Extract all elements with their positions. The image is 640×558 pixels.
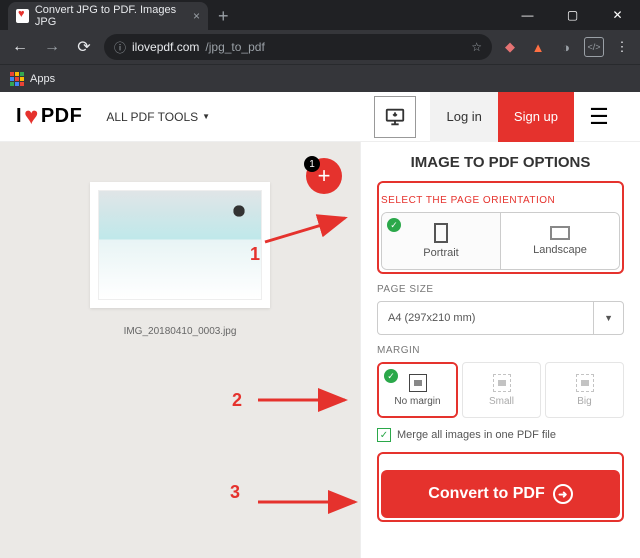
chevron-down-icon: ▼ xyxy=(202,112,210,121)
margin-big-icon xyxy=(576,374,594,392)
margin-small-button[interactable]: Small xyxy=(462,362,541,418)
orientation-label: SELECT THE PAGE ORIENTATION xyxy=(381,195,620,206)
extension-icon[interactable]: ◆ xyxy=(500,37,520,57)
file-count-badge: 1 xyxy=(304,156,320,172)
convert-button[interactable]: Convert to PDF ➜ xyxy=(381,470,620,518)
orientation-landscape-button[interactable]: Landscape xyxy=(500,213,619,269)
window-minimize-button[interactable]: — xyxy=(505,0,550,30)
tab-close-icon[interactable]: × xyxy=(193,9,200,23)
tab-title: Convert JPG to PDF. Images JPG xyxy=(35,4,187,28)
add-file-button[interactable]: 1 + xyxy=(306,158,342,194)
margin-big-button[interactable]: Big xyxy=(545,362,624,418)
bookmarks-apps-label[interactable]: Apps xyxy=(30,73,55,85)
chevron-down-icon: ▼ xyxy=(593,302,613,334)
site-info-icon: ⓘ xyxy=(114,39,126,56)
window-maximize-button[interactable]: ▢ xyxy=(550,0,595,30)
hamburger-menu-icon[interactable]: ☰ xyxy=(574,92,624,142)
arrow-right-circle-icon: ➜ xyxy=(553,484,573,504)
selected-check-icon: ✓ xyxy=(384,369,398,383)
window-controls: — ▢ ✕ xyxy=(505,0,640,30)
margin-small-icon xyxy=(493,374,511,392)
pagesize-select[interactable]: A4 (297x210 mm) ▼ xyxy=(377,301,624,335)
new-tab-button[interactable]: + xyxy=(208,2,239,30)
margin-none-icon xyxy=(409,374,427,392)
merge-checkbox-row[interactable]: ✓ Merge all images in one PDF file xyxy=(377,428,624,442)
window-close-button[interactable]: ✕ xyxy=(595,0,640,30)
url-domain: ilovepdf.com xyxy=(132,40,199,54)
margin-label: MARGIN xyxy=(377,345,624,356)
nav-all-tools[interactable]: ALL PDF TOOLS ▼ xyxy=(106,110,210,124)
bookmark-star-icon[interactable]: ☆ xyxy=(471,40,482,54)
login-button[interactable]: Log in xyxy=(430,92,497,142)
browser-title-bar: Convert JPG to PDF. Images JPG × + — ▢ ✕ xyxy=(0,0,640,30)
app-header: I ♥ PDF ALL PDF TOOLS ▼ Log in Sign up ☰ xyxy=(0,92,640,142)
heart-icon: ♥ xyxy=(24,103,39,131)
url-path: /jpg_to_pdf xyxy=(205,40,264,54)
extension-icon[interactable]: ▲ xyxy=(528,37,548,57)
signup-button[interactable]: Sign up xyxy=(498,92,574,142)
margin-group: ✓ No margin Small Big xyxy=(377,362,624,418)
apps-grid-icon[interactable] xyxy=(10,72,24,86)
devtools-icon[interactable]: </> xyxy=(584,37,604,57)
url-input[interactable]: ⓘ ilovepdf.com/jpg_to_pdf ☆ xyxy=(104,34,492,60)
chrome-menu-icon[interactable]: ⋮ xyxy=(612,37,632,57)
merge-checkbox[interactable]: ✓ xyxy=(377,428,391,442)
browser-address-bar: ← → ⟳ ⓘ ilovepdf.com/jpg_to_pdf ☆ ◆ ▲ ◑ … xyxy=(0,30,640,64)
tab-favicon xyxy=(16,9,29,23)
extension-icon[interactable]: ◑ xyxy=(556,37,576,57)
file-thumbnail-card[interactable] xyxy=(90,182,270,308)
preview-area: 1 + IMG_20180410_0003.jpg xyxy=(0,142,360,558)
nav-reload-button[interactable]: ⟳ xyxy=(72,35,96,59)
bookmarks-bar: Apps xyxy=(0,64,640,92)
selected-check-icon: ✓ xyxy=(387,218,401,232)
browser-tab[interactable]: Convert JPG to PDF. Images JPG × xyxy=(8,2,208,30)
file-name-label: IMG_20180410_0003.jpg xyxy=(124,308,237,337)
nav-back-button[interactable]: ← xyxy=(8,35,32,59)
nav-forward-button[interactable]: → xyxy=(40,35,64,59)
landscape-icon xyxy=(550,226,570,240)
logo[interactable]: I ♥ PDF xyxy=(16,103,82,131)
options-title: IMAGE TO PDF OPTIONS xyxy=(377,154,624,171)
pagesize-label: PAGE SIZE xyxy=(377,284,624,295)
options-panel: IMAGE TO PDF OPTIONS SELECT THE PAGE ORI… xyxy=(360,142,640,558)
portrait-icon xyxy=(434,223,448,243)
orientation-group: ✓ Portrait Landscape xyxy=(381,212,620,270)
desktop-download-icon[interactable] xyxy=(374,96,416,138)
thumbnail-image xyxy=(98,190,262,300)
